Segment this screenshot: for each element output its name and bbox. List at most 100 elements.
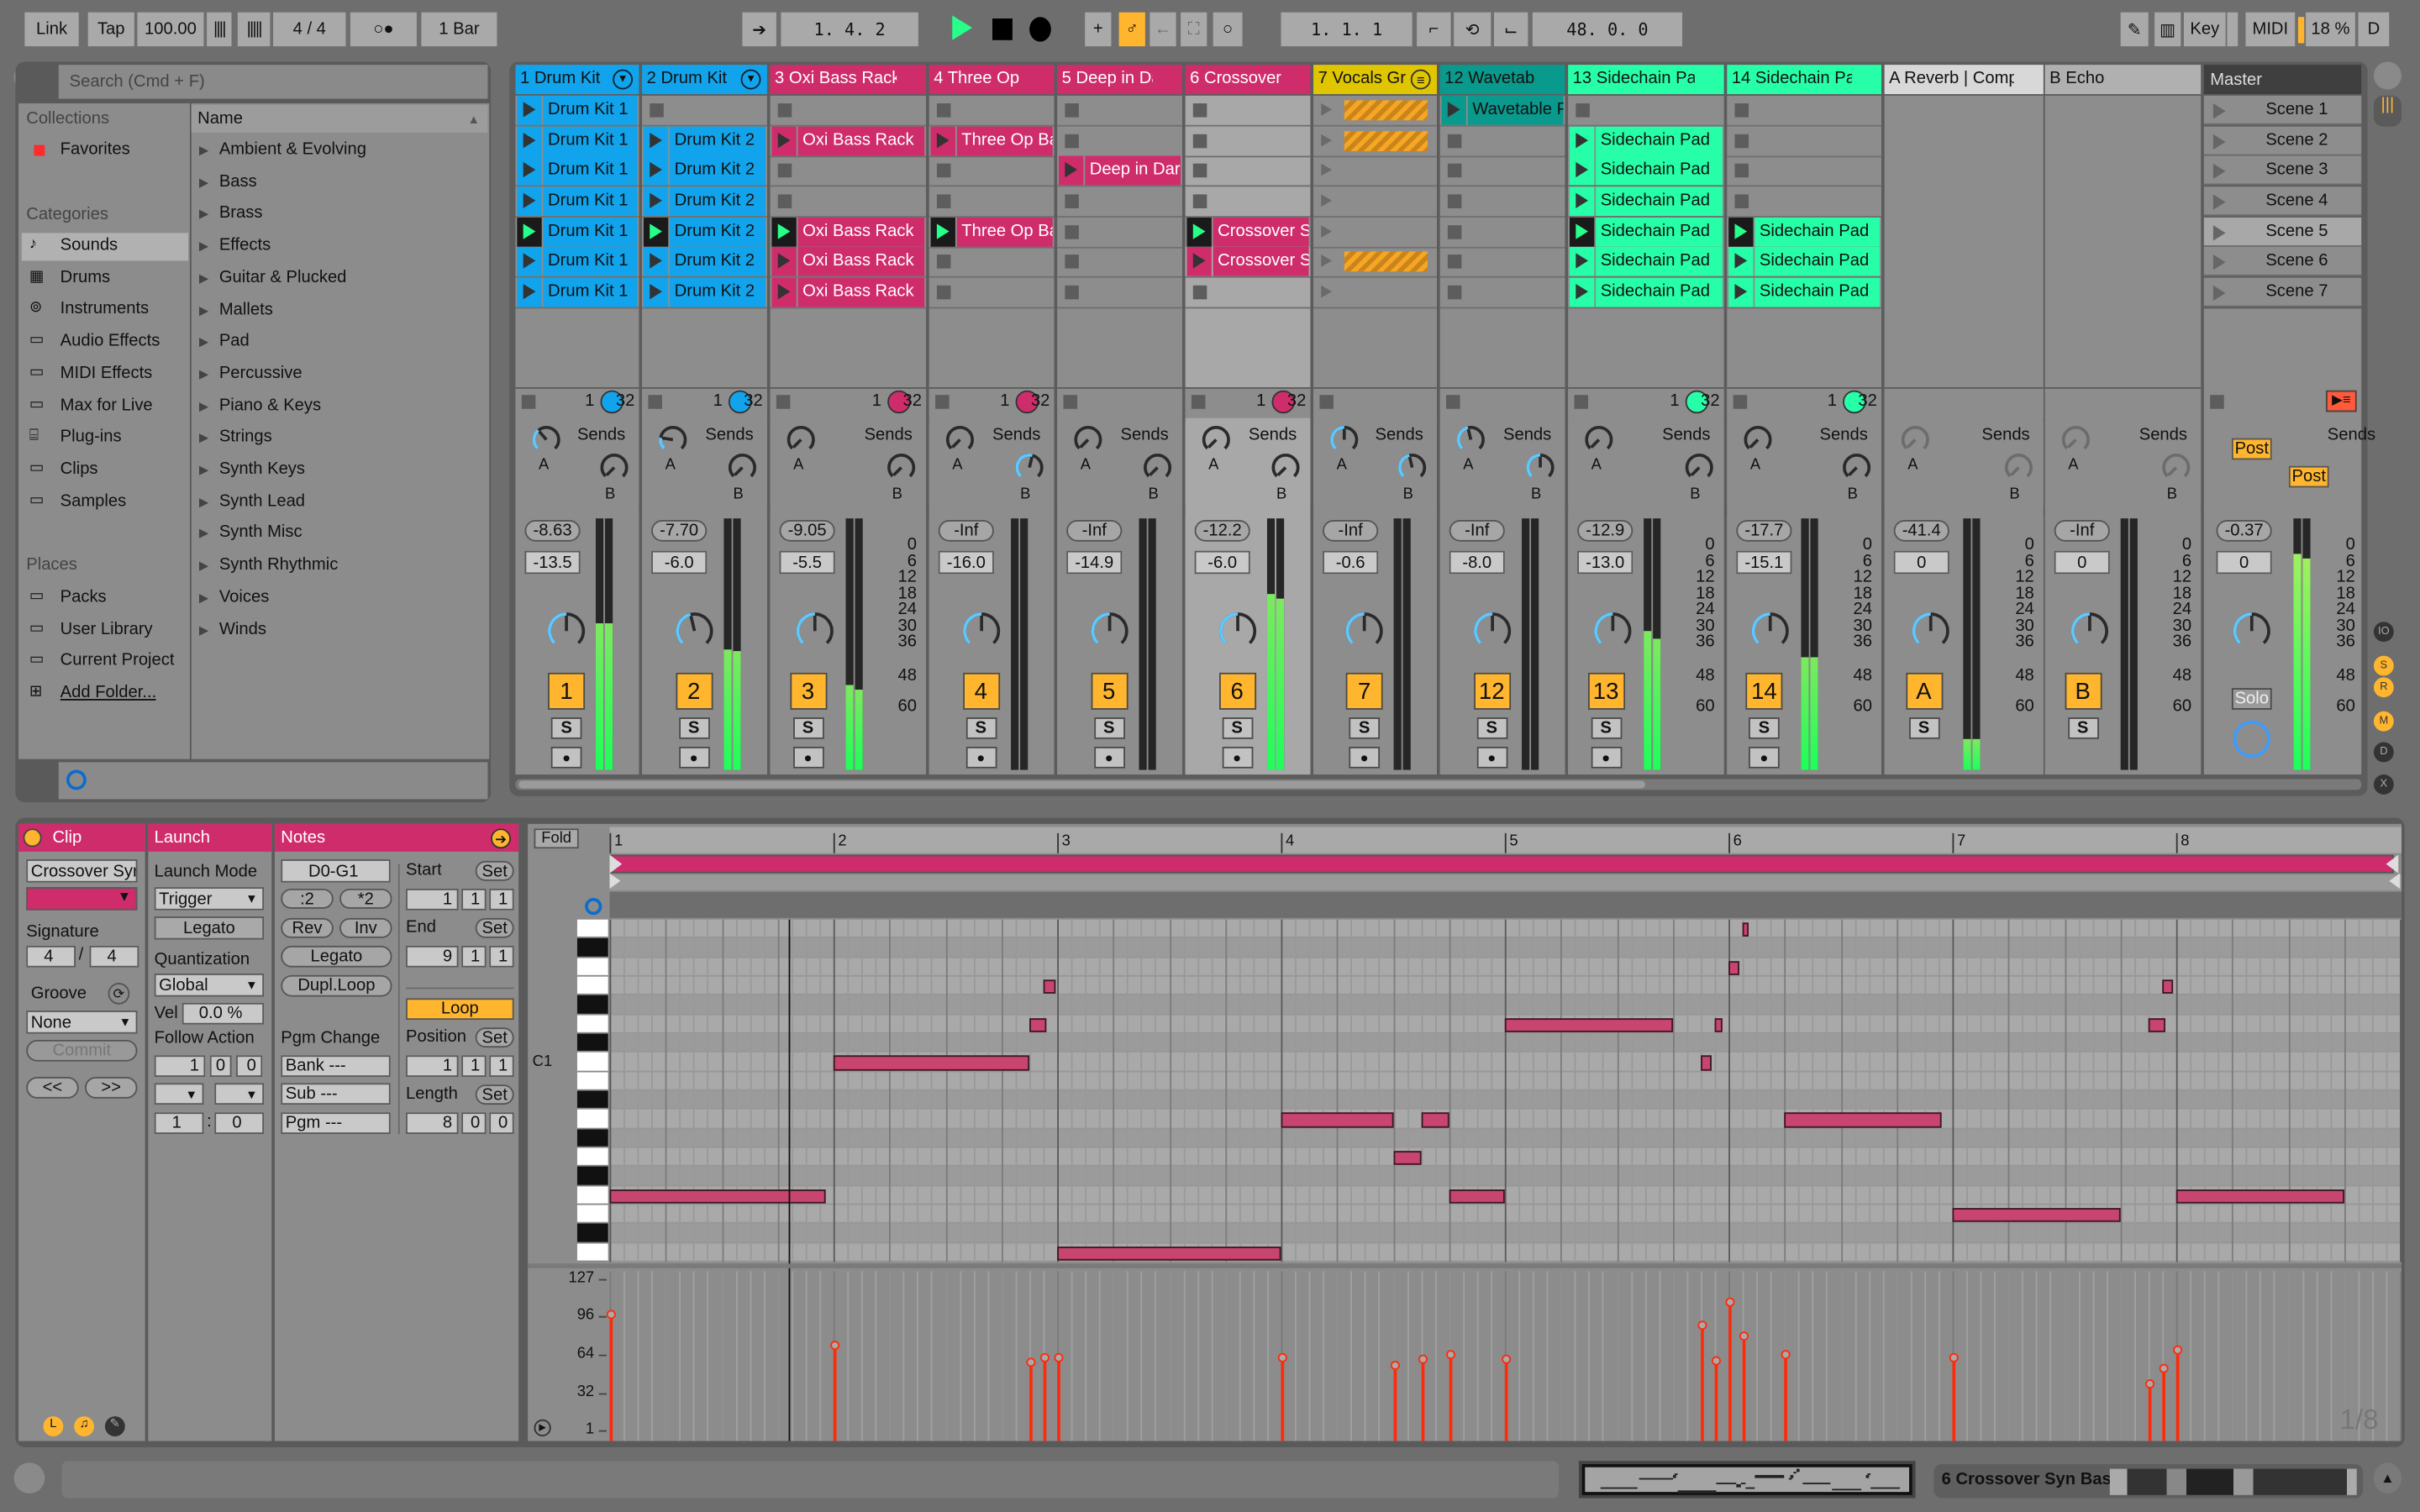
empty-clip-slot[interactable] (1313, 278, 1437, 307)
browser-item[interactable]: ▶ Percussive (194, 361, 487, 389)
velocity-stem[interactable] (1952, 1357, 1956, 1441)
white-key[interactable] (576, 1205, 608, 1225)
empty-clip-slot[interactable] (1727, 156, 1881, 186)
returns-toggle-icon[interactable]: R (2373, 677, 2394, 698)
empty-clip-slot[interactable] (1440, 218, 1565, 247)
empty-clip-slot[interactable] (1313, 247, 1437, 276)
duplicate-loop-button[interactable]: Dupl.Loop (281, 974, 392, 997)
empty-clip-slot[interactable] (1057, 247, 1182, 276)
send-b-knob[interactable] (2003, 452, 2034, 483)
send-a-knob[interactable] (944, 424, 976, 455)
empty-clip-slot[interactable] (642, 96, 767, 125)
clip-slot[interactable]: Three Op Ba (929, 126, 1055, 156)
midi-note[interactable] (1281, 1112, 1393, 1127)
pan-knob[interactable] (1592, 611, 1633, 651)
track-activator-button[interactable]: B (2064, 672, 2102, 710)
sidebar-item-add-folder-[interactable]: ⊞ Add Folder... (22, 680, 188, 708)
velocity-amount-field[interactable]: 0.0 % (182, 1002, 265, 1025)
peak-level-field[interactable]: -16.0 (938, 550, 994, 575)
send-b-knob[interactable] (1525, 452, 1556, 483)
volume-readout[interactable]: -7.70 (651, 519, 708, 542)
volume-readout[interactable]: -12.2 (1194, 519, 1250, 542)
empty-clip-slot[interactable] (1727, 127, 1881, 156)
loop-position-field[interactable]: 1 (489, 1055, 514, 1078)
stop-button-icon[interactable] (1447, 194, 1462, 208)
loop-end-marker-icon[interactable] (2386, 854, 2399, 874)
midi-note[interactable] (609, 1189, 827, 1204)
stop-button-icon[interactable] (1192, 285, 1207, 300)
stop-all-icon[interactable] (1319, 395, 1334, 409)
velocity-stem[interactable] (2148, 1383, 2152, 1441)
sidebar-item-current-project[interactable]: ▭ Current Project (22, 648, 188, 676)
hot-swap-groove-icon[interactable]: ⟳ (108, 983, 130, 1005)
sends-toggle-icon[interactable]: S (2373, 655, 2394, 676)
white-key[interactable] (576, 1071, 608, 1091)
loop-switch-icon[interactable]: ⟲ (1454, 12, 1491, 47)
track-header[interactable]: 6 Crossover Sy (1185, 65, 1311, 95)
browser-item[interactable]: ▶ Mallets (194, 297, 487, 325)
empty-clip-slot[interactable] (929, 247, 1055, 276)
empty-clip-slot[interactable] (1057, 96, 1182, 125)
velocity-handle[interactable] (1418, 1354, 1428, 1364)
scene-launch-button[interactable]: Scene 7 (2203, 277, 2362, 307)
peak-level-field[interactable]: 0 (1893, 550, 1949, 575)
stop-button-icon[interactable] (1447, 285, 1462, 300)
invert-button[interactable]: Inv (339, 917, 392, 938)
solo-button[interactable]: S (1476, 717, 1507, 739)
empty-clip-slot[interactable] (1057, 186, 1182, 216)
key-map-button[interactable]: Key (2183, 12, 2226, 47)
mixer-toggle-icon[interactable]: M (2373, 711, 2394, 732)
empty-clip-slot[interactable] (1057, 218, 1182, 247)
midi-note[interactable] (1742, 922, 1749, 937)
clip-slot[interactable]: Drum Kit 1 (515, 126, 639, 156)
solo-button[interactable]: S (1749, 717, 1780, 739)
stop-button-icon[interactable] (1734, 134, 1749, 149)
white-key[interactable] (576, 976, 608, 996)
browser-item[interactable]: ▶ Synth Rhythmic (194, 553, 487, 580)
send-a-knob[interactable] (531, 424, 562, 455)
empty-clip-slot[interactable] (929, 96, 1055, 125)
session-record-icon[interactable]: ○ (1213, 12, 1243, 47)
track-activator-button[interactable]: 12 (1473, 672, 1511, 710)
empty-clip-slot[interactable] (1186, 96, 1311, 125)
stop-button-icon[interactable] (777, 194, 792, 208)
stop-button-icon[interactable] (1734, 163, 1749, 178)
clip-slot[interactable]: Drum Kit 2 (642, 186, 767, 217)
send-a-post-button[interactable]: Post (2231, 438, 2272, 460)
back-to-arrangement-icon[interactable]: ← (1150, 12, 1176, 47)
loop-length-field[interactable]: 48. 0. 0 (1532, 12, 1683, 47)
velocity-stem[interactable] (1504, 1359, 1508, 1441)
stop-button-icon[interactable] (1065, 285, 1079, 300)
empty-clip-slot[interactable] (771, 186, 927, 216)
velocity-stem[interactable] (1043, 1357, 1047, 1441)
pan-knob[interactable] (1217, 611, 1257, 651)
preview-headphones-icon[interactable] (66, 769, 87, 790)
velocity-handle[interactable] (1739, 1331, 1749, 1341)
start-marker-icon[interactable] (609, 873, 621, 889)
empty-clip-slot[interactable] (1186, 127, 1311, 156)
punch-out-icon[interactable]: ⌙ (1493, 12, 1528, 47)
solo-button[interactable]: S (1093, 717, 1125, 739)
stop-button-icon[interactable] (936, 285, 951, 300)
send-b-knob[interactable] (1397, 452, 1428, 483)
start-position-field[interactable]: 1 (489, 888, 514, 911)
browser-item[interactable]: ▶ Strings (194, 425, 487, 453)
white-key[interactable] (576, 1110, 608, 1129)
fold-chevron-icon[interactable]: ▼ (613, 69, 634, 90)
empty-clip-slot[interactable] (929, 278, 1055, 307)
clip-slot[interactable]: Drum Kit 2 (642, 246, 767, 276)
velocity-handle[interactable] (830, 1340, 840, 1350)
loop-length-set-button[interactable]: Set (475, 1084, 514, 1105)
empty-clip-slot[interactable] (1440, 247, 1565, 276)
clip-slot[interactable]: Drum Kit 1 (515, 95, 639, 125)
stop-all-icon[interactable] (935, 395, 950, 409)
pan-knob[interactable] (794, 611, 834, 651)
clip-slot[interactable]: Sidechain Pad (1568, 217, 1724, 247)
start-set-button[interactable]: Set (475, 860, 514, 881)
empty-clip-slot[interactable] (771, 156, 927, 186)
sidebar-item-samples[interactable]: ▭ Samples (22, 488, 188, 516)
clip-slot[interactable]: Sidechain Pad (1727, 277, 1881, 307)
cue-volume-knob[interactable] (2233, 720, 2270, 758)
midi-map-button[interactable]: MIDI (2245, 12, 2296, 47)
overdub-icon[interactable]: + (1085, 12, 1112, 47)
